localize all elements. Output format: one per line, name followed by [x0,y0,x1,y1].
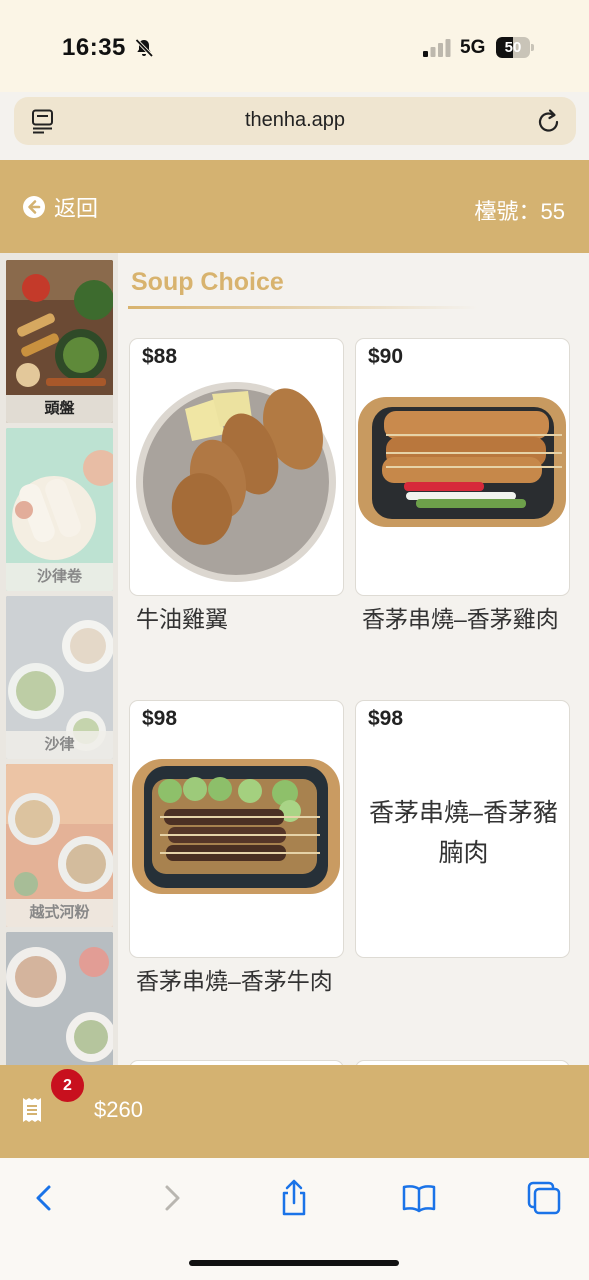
item-price: $88 [142,345,178,368]
battery-icon: 50 [496,37,534,58]
table-number: 檯號：55 [474,199,565,224]
reload-icon[interactable] [536,107,562,135]
network-type: 5G [460,37,486,58]
menu-item-card[interactable]: $98 [129,700,344,958]
menu-item-card[interactable]: $98 香茅串燒–香茅豬腩肉 [355,700,570,958]
cart-total: $260 [94,1097,143,1122]
category-more-image [6,932,113,1065]
app-header: 返回 檯號：55 [0,160,589,253]
bell-slash-icon [135,38,154,58]
home-indicator [189,1260,399,1266]
category-pho[interactable]: 越式河粉 [6,764,113,927]
category-label: 頭盤 [6,395,113,423]
category-more[interactable] [6,932,113,1065]
category-label: 越式河粉 [6,899,113,927]
address-bar[interactable]: thenha.app [14,97,576,145]
category-salad-rolls[interactable]: 沙律卷 [6,428,113,591]
menu-item-card[interactable]: $90 [355,338,570,596]
bookmarks-icon[interactable] [399,1178,439,1218]
signal-icon [423,39,451,57]
tabs-icon[interactable] [524,1178,564,1218]
cart-count-badge: 2 [49,1067,86,1104]
lemongrass-beef-skewer-image [132,759,340,894]
category-salad[interactable]: 沙律 [6,596,113,759]
receipt-icon [23,1098,41,1122]
chevron-right-icon[interactable] [152,1178,192,1218]
item-price: $98 [142,707,178,730]
back-label: 返回 [54,196,99,221]
item-image-placeholder-text: 香茅串燒–香茅豬腩肉 [369,799,558,867]
item-price: $98 [368,707,404,730]
category-label: 沙律卷 [6,563,113,591]
butter-chicken-wings-image [136,382,336,582]
share-icon[interactable] [274,1178,314,1218]
chevron-left-icon[interactable] [24,1178,64,1218]
category-label: 沙律 [6,731,113,759]
menu-item-card[interactable]: $88 [129,338,344,596]
status-time: 16:35 [62,34,126,61]
category-sidebar: 頭盤 沙律卷 沙律 越式河粉 [0,253,118,1065]
status-bar: 16:35 5G 50 [0,0,589,92]
lemongrass-chicken-skewer-image [358,397,566,527]
section-divider [128,306,478,309]
url-text[interactable]: thenha.app [14,109,576,132]
category-starters[interactable]: 頭盤 [6,260,113,423]
item-name: 牛油雞翼 [136,606,228,632]
item-name: 香茅串燒–香茅雞肉 [362,606,559,632]
battery-level: 50 [504,39,522,56]
section-title: Soup Choice [131,268,284,296]
back-arrow-icon [23,196,45,218]
back-button[interactable]: 返回 [22,192,98,222]
item-price: $90 [368,345,404,368]
cart-bar[interactable]: $260 [0,1065,589,1158]
item-name: 香茅串燒–香茅牛肉 [136,968,333,994]
